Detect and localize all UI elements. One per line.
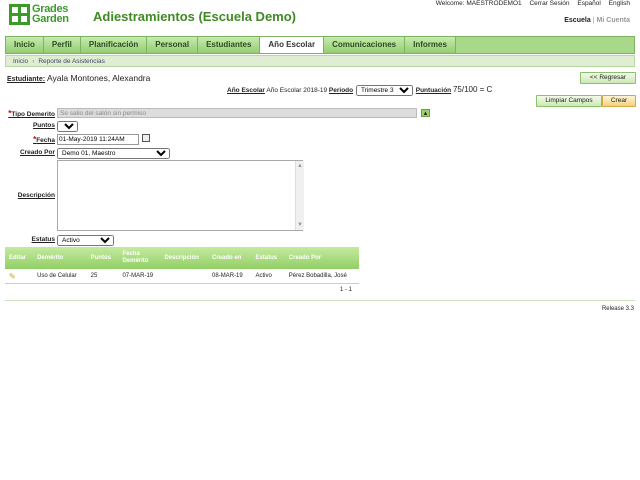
breadcrumb: Inicio › Reporte de Asistencias — [5, 55, 635, 67]
logout-link[interactable]: Cerrar Sesión — [529, 0, 569, 7]
cell-creado-en: 08-MAR-19 — [208, 269, 252, 284]
scroll-up-icon[interactable]: ▲ — [297, 163, 303, 169]
logo-mark-icon — [9, 4, 30, 25]
create-button[interactable]: Crear — [602, 95, 636, 107]
back-button[interactable]: << Regresar — [580, 72, 636, 84]
student-label: Estudiante: — [7, 76, 46, 83]
calendar-icon[interactable] — [142, 134, 150, 142]
col-editar[interactable]: Editar — [5, 247, 34, 269]
welcome-text: Welcome: MAESTRODEMO1 — [435, 0, 522, 7]
scroll-down-icon[interactable]: ▼ — [297, 222, 303, 228]
top-links: Welcome: MAESTRODEMO1 Cerrar Sesión Espa… — [430, 0, 630, 7]
chevron-right-icon: › — [32, 58, 35, 65]
descripcion-scrollbar[interactable]: ▲ ▼ — [295, 161, 304, 230]
cell-puntos: 25 — [86, 269, 119, 284]
edit-cell: ✎ — [5, 269, 34, 284]
tab-inicio[interactable]: Inicio — [6, 37, 44, 53]
student-info: Estudiante: Ayala Montones, Alexandra — [7, 73, 150, 83]
tab-ano-escolar[interactable]: Año Escolar — [260, 37, 325, 53]
year-label: Año Escolar — [227, 87, 265, 95]
tab-perfil[interactable]: Perfil — [43, 37, 81, 53]
school-separator: | — [592, 17, 595, 24]
breadcrumb-current[interactable]: Reporte de Asistencias — [38, 58, 104, 65]
page-title: Adiestramientos (Escuela Demo) — [93, 9, 297, 24]
creado-label: Creado Por — [19, 149, 55, 156]
fecha-label-wrap: *Fecha — [6, 135, 55, 144]
tipo-demerito-field[interactable]: Se salio del salón sin permiso — [57, 108, 417, 118]
tab-comunicaciones[interactable]: Comunicaciones — [324, 37, 406, 53]
school-bar: Escuela | Mi Cuenta — [564, 17, 630, 24]
cell-fecha: 07-MAR-19 — [118, 269, 161, 284]
main-nav: Inicio Perfil Planificación Personal Est… — [5, 36, 635, 54]
school-link[interactable]: Escuela — [564, 17, 590, 24]
descripcion-textarea[interactable] — [57, 160, 303, 231]
grades-garden-logo[interactable]: Grades Garden — [9, 4, 79, 26]
period-select[interactable]: Trimestre 3 — [355, 85, 413, 96]
fecha-input[interactable] — [57, 134, 139, 145]
year-period-bar: Año Escolar Año Escolar 2018-19 Periodo … — [227, 85, 492, 96]
score-value: 75/100 = C — [452, 85, 493, 95]
logo-line-2: Garden — [32, 13, 69, 25]
lang-en-link[interactable]: English — [609, 0, 630, 7]
chevron-up-icon[interactable]: ▲ — [421, 109, 430, 117]
pencil-icon[interactable]: ✎ — [9, 272, 16, 281]
col-descripcion[interactable]: Descripción — [160, 247, 209, 269]
col-creado-en[interactable]: Creado en — [208, 247, 252, 269]
clear-fields-button[interactable]: Limpiar Campos — [536, 95, 602, 107]
col-demerito[interactable]: Demérito — [33, 247, 87, 269]
col-estatus[interactable]: Estatus — [251, 247, 285, 269]
table-row: ✎ Uso de Celular 25 07-MAR-19 08-MAR-19 … — [5, 269, 359, 284]
cell-creado-por: Pérez Bobadilla, José — [284, 269, 359, 284]
my-account-link[interactable]: Mi Cuenta — [597, 17, 630, 24]
col-creado-por[interactable]: Creado Por — [284, 247, 359, 269]
lang-es-link[interactable]: Español — [577, 0, 601, 7]
year-value: Año Escolar 2018-19 — [266, 87, 328, 95]
fecha-label: Fecha — [36, 137, 55, 144]
tab-informes[interactable]: Informes — [405, 37, 456, 53]
tab-planificacion[interactable]: Planificación — [80, 37, 148, 53]
cell-demerito: Uso de Celular — [33, 269, 87, 284]
tab-personal[interactable]: Personal — [147, 37, 199, 53]
puntos-label: Puntos — [32, 122, 55, 129]
puntos-select[interactable]: 50 — [57, 121, 78, 132]
cell-descripcion — [160, 269, 209, 284]
tipo-label: Tipo Demerito — [11, 111, 55, 118]
tab-estudiantes[interactable]: Estudiantes — [198, 37, 261, 53]
creado-por-select[interactable]: Demo 01, Maestro — [57, 148, 170, 159]
student-name: Ayala Montones, Alexandra — [47, 73, 151, 83]
table-header-row: Editar Demérito Puntos Fecha Demérito De… — [5, 247, 359, 269]
release-text: Release 3.3 — [601, 306, 634, 312]
score-label: Puntuación — [415, 87, 452, 95]
cell-estatus: Activo — [251, 269, 285, 284]
col-fecha[interactable]: Fecha Demérito — [118, 247, 161, 269]
descripcion-label: Descripción — [17, 192, 55, 199]
footer-divider — [5, 300, 635, 301]
estatus-select[interactable]: Activo — [57, 235, 114, 246]
period-label: Periodo — [328, 87, 354, 95]
demerits-table: Editar Demérito Puntos Fecha Demérito De… — [5, 247, 359, 284]
tipo-label-wrap: *Tipo Demerito — [6, 109, 55, 118]
pager: 1 - 1 — [340, 287, 353, 293]
col-puntos[interactable]: Puntos — [86, 247, 119, 269]
breadcrumb-home[interactable]: Inicio — [13, 58, 28, 65]
estatus-label: Estatus — [31, 236, 55, 243]
